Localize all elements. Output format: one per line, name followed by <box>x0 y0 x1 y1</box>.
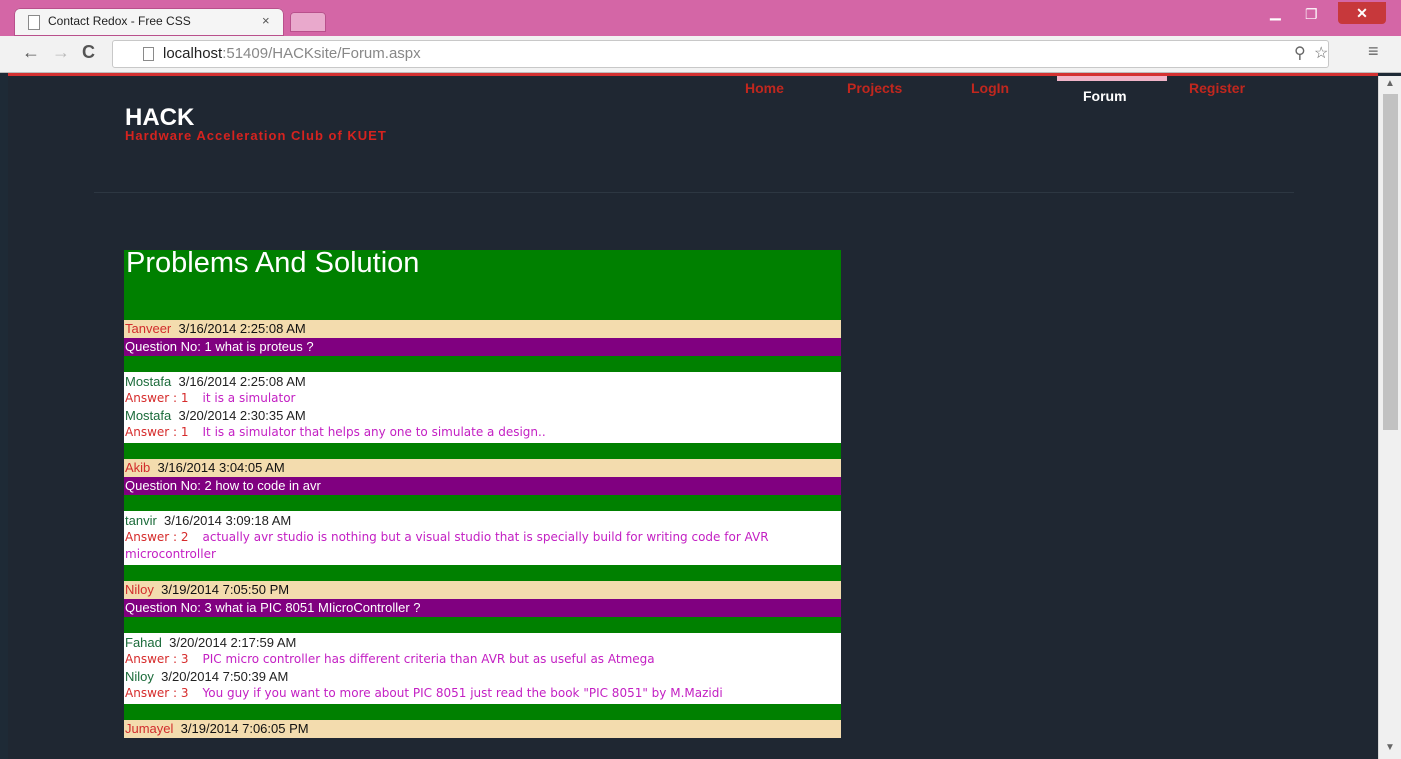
question-date: 3/19/2014 7:06:05 PM <box>180 721 309 736</box>
question-text[interactable]: Question No: 3 what ia PIC 8051 MIicroCo… <box>124 599 841 617</box>
url-path: :51409/HACKsite/Forum.aspx <box>222 45 421 62</box>
answer-label: Answer : 2 <box>125 530 189 544</box>
question-user[interactable]: Akib <box>125 460 150 475</box>
question-user[interactable]: Jumayel <box>125 721 173 736</box>
answer-label: Answer : 3 <box>125 652 189 666</box>
question-user[interactable]: Tanveer <box>125 321 171 336</box>
answer-list: Fahad 3/20/2014 2:17:59 AM Answer : 3 PIC… <box>124 633 841 704</box>
answer-text: Answer : 1 it is a simulator <box>125 390 840 407</box>
question-meta: Akib 3/16/2014 3:04:05 AM <box>124 459 841 477</box>
answer-date: 3/16/2014 2:25:08 AM <box>178 374 306 389</box>
vertical-scrollbar[interactable]: ▲ ▼ <box>1378 76 1401 759</box>
answer-body: it is a simulator <box>202 391 296 405</box>
answer-meta: Mostafa 3/20/2014 2:30:35 AM <box>125 407 840 424</box>
question-date: 3/16/2014 2:25:08 AM <box>178 321 306 336</box>
answer-meta: Niloy 3/20/2014 7:50:39 AM <box>125 668 840 685</box>
question-meta: Tanveer 3/16/2014 2:25:08 AM <box>124 320 841 338</box>
answer-text: Answer : 3 You guy if you want to more ab… <box>125 685 840 702</box>
minimize-icon[interactable]: ▁ <box>1270 4 1281 21</box>
answer-label: Answer : 1 <box>125 425 189 439</box>
new-tab-button[interactable] <box>290 12 326 32</box>
nav-projects[interactable]: Projects <box>847 80 902 96</box>
scroll-up-icon[interactable]: ▲ <box>1385 78 1395 89</box>
answer-label: Answer : 1 <box>125 391 189 405</box>
tab-title: Contact Redox - Free CSS <box>48 14 191 28</box>
forum-panel: Problems And Solution Tanveer 3/16/2014 … <box>124 248 841 738</box>
question-date: 3/16/2014 3:04:05 AM <box>157 460 285 475</box>
page-icon <box>143 47 154 61</box>
maximize-icon[interactable]: ❐ <box>1305 6 1318 23</box>
answer-date: 3/16/2014 3:09:18 AM <box>164 513 292 528</box>
answer-user: tanvir <box>125 513 157 528</box>
answer-user: Mostafa <box>125 408 172 423</box>
address-bar[interactable]: localhost:51409/HACKsite/Forum.aspx <box>112 40 1329 68</box>
answer-text: Answer : 2 actually avr studio is nothing… <box>125 529 840 563</box>
forward-arrow-icon[interactable]: → <box>52 42 70 63</box>
answer-user: Mostafa <box>125 374 172 389</box>
question-user[interactable]: Niloy <box>125 582 154 597</box>
question-meta: Jumayel 3/19/2014 7:06:05 PM <box>124 720 841 738</box>
page-content: Home Projects LogIn Forum Register HACK … <box>8 76 1378 759</box>
close-window-icon[interactable]: ✕ <box>1338 2 1386 24</box>
header-divider <box>94 192 1294 193</box>
forum-title: Problems And Solution <box>124 248 841 320</box>
scroll-down-icon[interactable]: ▼ <box>1385 742 1395 753</box>
active-nav-indicator <box>1057 76 1167 81</box>
site-tagline: Hardware Acceleration Club of KUET <box>125 128 387 143</box>
browser-tab[interactable]: Contact Redox - Free CSS × <box>14 8 284 36</box>
question-text[interactable]: Question No: 1 what is proteus ? <box>124 338 841 356</box>
answer-label: Answer : 3 <box>125 686 189 700</box>
answer-list: Mostafa 3/16/2014 2:25:08 AM Answer : 1 i… <box>124 372 841 443</box>
answer-text: Answer : 3 PIC micro controller has diffe… <box>125 651 840 668</box>
answer-body: PIC micro controller has different crite… <box>202 652 655 666</box>
answer-body: actually avr studio is nothing but a vis… <box>125 530 769 561</box>
scroll-thumb[interactable] <box>1383 94 1398 430</box>
nav-login[interactable]: LogIn <box>971 80 1009 96</box>
reload-icon[interactable]: C <box>82 42 95 63</box>
question-text[interactable]: Question No: 2 how to code in avr <box>124 477 841 495</box>
url-host: localhost <box>163 45 223 62</box>
nav-register[interactable]: Register <box>1189 80 1245 96</box>
url-text: localhost:51409/HACKsite/Forum.aspx <box>163 45 421 62</box>
answer-date: 3/20/2014 7:50:39 AM <box>161 669 289 684</box>
answer-meta: Mostafa 3/16/2014 2:25:08 AM <box>125 373 840 390</box>
window-titlebar: Contact Redox - Free CSS × ▁ ❐ ✕ <box>0 0 1401 36</box>
browser-toolbar: ← → C localhost:51409/HACKsite/Forum.asp… <box>0 36 1401 73</box>
answer-user: Fahad <box>125 635 162 650</box>
answer-text: Answer : 1 It is a simulator that helps a… <box>125 424 840 441</box>
nav-forum[interactable]: Forum <box>1083 88 1127 104</box>
nav-home[interactable]: Home <box>745 80 784 96</box>
star-icon[interactable]: ☆ <box>1314 43 1328 63</box>
close-tab-icon[interactable]: × <box>262 13 270 28</box>
forum-title-text: Problems And Solution <box>126 247 420 279</box>
answer-date: 3/20/2014 2:30:35 AM <box>178 408 306 423</box>
answer-meta: tanvir 3/16/2014 3:09:18 AM <box>125 512 840 529</box>
question-date: 3/19/2014 7:05:50 PM <box>161 582 290 597</box>
menu-icon[interactable]: ≡ <box>1368 41 1379 62</box>
answer-user: Niloy <box>125 669 154 684</box>
answer-meta: Fahad 3/20/2014 2:17:59 AM <box>125 634 840 651</box>
zoom-icon[interactable]: ⚲ <box>1294 43 1306 63</box>
question-meta: Niloy 3/19/2014 7:05:50 PM <box>124 581 841 599</box>
back-arrow-icon[interactable]: ← <box>22 42 40 63</box>
answer-body: You guy if you want to more about PIC 80… <box>202 686 723 700</box>
page-icon <box>28 15 40 30</box>
answer-list: tanvir 3/16/2014 3:09:18 AM Answer : 2 ac… <box>124 511 841 565</box>
answer-date: 3/20/2014 2:17:59 AM <box>169 635 297 650</box>
answer-body: It is a simulator that helps any one to … <box>202 425 546 439</box>
